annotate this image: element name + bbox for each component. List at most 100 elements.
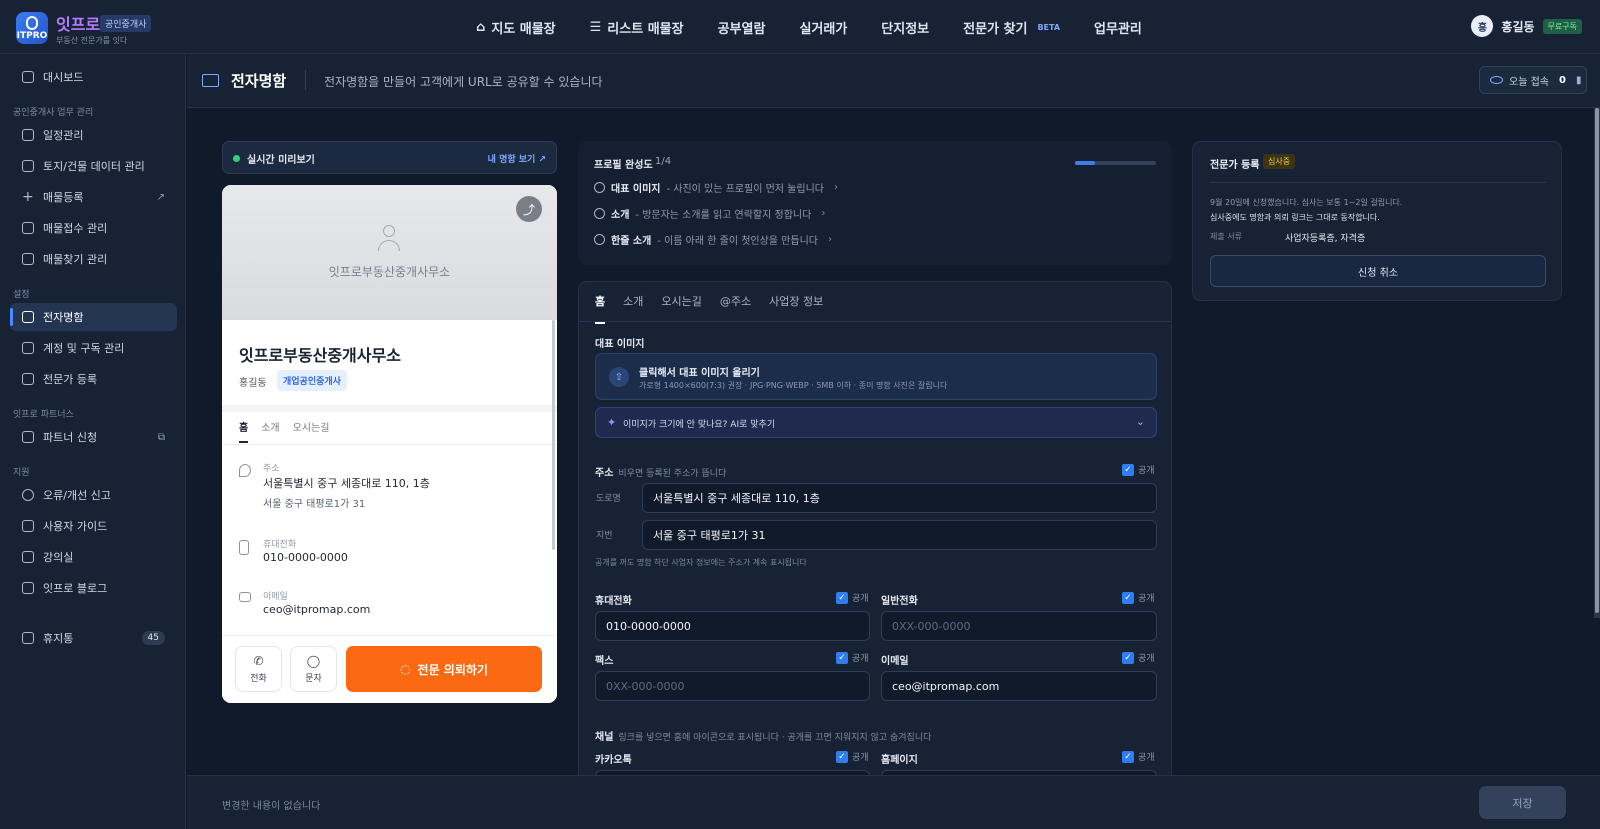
view-my-card-link[interactable]: 내 명함 보기 ↗ bbox=[488, 152, 546, 165]
cancel-application-button[interactable]: 신청 취소 bbox=[1210, 255, 1546, 287]
tab-intro[interactable]: 소개 bbox=[623, 293, 643, 324]
sidebar-item-expert-registration[interactable]: 전문가 등록 bbox=[10, 365, 177, 393]
sidebar-item-user-guide[interactable]: 사용자 가이드 bbox=[10, 512, 177, 540]
today-visits[interactable]: 오늘 접속 0 ▮ bbox=[1479, 66, 1587, 94]
sidebar-item-ecard[interactable]: 전자명함 bbox=[10, 303, 177, 331]
book-icon bbox=[22, 520, 34, 532]
sidebar-item-land-building-data[interactable]: 토지/건물 데이터 관리 bbox=[10, 152, 177, 180]
card-tab-home[interactable]: 홈 bbox=[239, 419, 249, 443]
image-upload-dropzone[interactable]: ⇧ 클릭해서 대표 이미지 올리기 가로형 1400×600(7:3) 권장 ·… bbox=[595, 353, 1157, 400]
nav-public-records[interactable]: 공부열람 bbox=[718, 18, 766, 37]
logo[interactable]: ITPRO bbox=[16, 12, 48, 44]
task-title: 대표 이미지 bbox=[611, 184, 661, 195]
request-expert-button[interactable]: ◌ 전문 의뢰하기 bbox=[346, 646, 542, 692]
check-icon: ✓ bbox=[836, 651, 848, 664]
email-public-checkbox[interactable]: ✓ 공개 bbox=[1122, 651, 1155, 664]
chevron-down-icon: ⌄ bbox=[1135, 415, 1145, 428]
sidebar-item-classroom[interactable]: 강의실 bbox=[10, 543, 177, 571]
ai-resize-toggle[interactable]: ✦ 이미지가 크기에 안 맞나요? AI로 맞추기 ⌄ bbox=[595, 407, 1157, 438]
page-header: 전자명함 전자명함을 만들어 고객에게 URL로 공유할 수 있습니다 오늘 접… bbox=[187, 54, 1600, 108]
scrollbar-thumb[interactable] bbox=[1595, 108, 1599, 613]
divider bbox=[1210, 182, 1546, 183]
share-button[interactable]: ⤴ bbox=[516, 196, 542, 222]
sidebar-item-listing-search[interactable]: 매물찾기 관리 bbox=[10, 245, 177, 273]
live-preview-header: 실시간 미리보기 내 명함 보기 ↗ bbox=[222, 141, 557, 174]
expert-registration-panel: 전문가 등록 심사중 9월 20일에 신청했습니다. 심사는 보통 1~2일 걸… bbox=[1192, 141, 1562, 301]
address-public-checkbox[interactable]: ✓ 공개 bbox=[1122, 463, 1155, 476]
nav-label: 업무관리 bbox=[1094, 22, 1142, 37]
address-note: 공개를 꺼도 명함 하단 사업자 정보에는 주소가 계속 표시됩니다 bbox=[595, 558, 807, 567]
circle-icon bbox=[594, 182, 605, 193]
email-input[interactable]: ceo@itpromap.com bbox=[881, 671, 1157, 701]
scrollbar[interactable] bbox=[552, 320, 555, 550]
sidebar-item-label: 토지/건물 데이터 관리 bbox=[43, 160, 145, 173]
trash-icon bbox=[22, 632, 34, 644]
phone-public-checkbox[interactable]: ✓ 공개 bbox=[1122, 591, 1155, 604]
sidebar-item-label: 매물찾기 관리 bbox=[43, 253, 108, 266]
sidebar-item-schedule[interactable]: 일정관리 bbox=[10, 121, 177, 149]
profile-task-oneline[interactable]: 한줄 소개 - 이름 아래 한 줄이 첫인상을 만듭니다 › bbox=[594, 232, 832, 247]
beta-badge: BETA bbox=[1037, 23, 1061, 32]
sidebar-item-trash[interactable]: 휴지통 45 bbox=[10, 624, 177, 652]
nav-work-management[interactable]: 업무관리 bbox=[1094, 18, 1142, 37]
mobile-input[interactable]: 010-0000-0000 bbox=[595, 611, 870, 641]
trash-count-badge: 45 bbox=[141, 631, 165, 645]
tab-business-info[interactable]: 사업장 정보 bbox=[769, 293, 823, 324]
card-tab-directions[interactable]: 오시는길 bbox=[293, 419, 330, 443]
nav-real-price[interactable]: 실거래가 bbox=[799, 18, 847, 37]
fax-public-checkbox[interactable]: ✓ 공개 bbox=[836, 651, 869, 664]
change-status: 변경한 내용이 없습니다 bbox=[222, 801, 321, 812]
tab-handle[interactable]: @주소 bbox=[720, 293, 751, 324]
public-label: 공개 bbox=[852, 594, 869, 604]
sidebar-item-partner-apply[interactable]: 파트너 신청 ⧉ bbox=[10, 423, 177, 451]
phone-input[interactable]: 0XX-000-0000 bbox=[881, 611, 1157, 641]
mobile-public-checkbox[interactable]: ✓ 공개 bbox=[836, 591, 869, 604]
sidebar-item-dashboard[interactable]: 대시보드 bbox=[10, 63, 177, 91]
road-address-input[interactable]: 서울특별시 중구 세종대로 110, 1층 bbox=[642, 483, 1157, 513]
nav-map-listings[interactable]: ⌂ 지도 매물장 bbox=[476, 18, 556, 37]
fax-input[interactable]: 0XX-000-0000 bbox=[595, 671, 870, 701]
id-card-icon bbox=[202, 74, 219, 87]
sidebar-item-label: 일정관리 bbox=[43, 129, 84, 142]
sidebar-item-bug-report[interactable]: 오류/개선 신고 bbox=[10, 481, 177, 509]
eye-icon bbox=[1490, 76, 1503, 84]
sidebar-item-label: 잇프로 블로그 bbox=[43, 582, 108, 595]
profile-task-image[interactable]: 대표 이미지 - 사진이 있는 프로필이 먼저 눌립니다 › bbox=[594, 180, 838, 195]
nav-find-expert[interactable]: 전문가 찾기 BETA bbox=[963, 18, 1060, 37]
list-icon: ☰ bbox=[589, 20, 602, 35]
page-description: 전자명함을 만들어 고객에게 URL로 공유할 수 있습니다 bbox=[324, 75, 603, 89]
tab-directions[interactable]: 오시는길 bbox=[661, 293, 701, 324]
kakao-public-checkbox[interactable]: ✓ 공개 bbox=[836, 750, 869, 763]
chat-icon: ◌ bbox=[400, 662, 411, 676]
tab-home[interactable]: 홈 bbox=[595, 293, 606, 324]
channel-label: 채널 bbox=[595, 732, 614, 743]
building-icon bbox=[22, 373, 34, 385]
lot-address-input[interactable]: 서울 중구 태평로1가 31 bbox=[642, 520, 1157, 550]
lot-address-label: 지번 bbox=[596, 531, 613, 541]
save-button[interactable]: 저장 bbox=[1479, 786, 1566, 819]
mobile-label: 휴대전화 bbox=[263, 540, 297, 550]
sidebar-item-register-listing[interactable]: + 매물등록 ↗ bbox=[10, 183, 177, 211]
nav-label: 실거래가 bbox=[799, 22, 848, 37]
page-scrollbar[interactable] bbox=[1594, 108, 1600, 618]
nav-complex-info[interactable]: 단지정보 bbox=[881, 18, 929, 37]
person-icon bbox=[377, 225, 401, 255]
sidebar-item-blog[interactable]: 잇프로 블로그 bbox=[10, 574, 177, 602]
form-tabs: 홈 소개 오시는길 @주소 사업장 정보 bbox=[595, 293, 823, 324]
chevron-right-icon: › bbox=[827, 234, 832, 245]
sidebar-item-listing-intake[interactable]: 매물접수 관리 bbox=[10, 214, 177, 242]
brand-name[interactable]: 잇프로 bbox=[56, 11, 100, 35]
profile-task-intro[interactable]: 소개 - 방문자는 소개를 읽고 연락할지 정합니다 › bbox=[594, 206, 825, 221]
sms-button[interactable]: ◯ 문자 bbox=[290, 646, 337, 692]
user-menu[interactable]: 홍 홍길동 무료구독 bbox=[1471, 15, 1582, 37]
sidebar-item-account-subscription[interactable]: 계정 및 구독 관리 bbox=[10, 334, 177, 362]
call-button[interactable]: ✆ 전화 bbox=[235, 646, 282, 692]
card-tab-intro[interactable]: 소개 bbox=[261, 419, 279, 443]
logo-text: ITPRO bbox=[16, 30, 48, 41]
chevron-right-icon: › bbox=[821, 208, 826, 219]
business-card-preview: 잇프로부동산중개사무소 ⤴ 잇프로부동산중개사무소 홍길동 개업공인중개사 홈 … bbox=[222, 185, 557, 703]
nav-list-listings[interactable]: ☰ 리스트 매물장 bbox=[590, 18, 684, 37]
user-name: 홍길동 bbox=[1501, 19, 1535, 34]
divider bbox=[222, 405, 557, 412]
homepage-public-checkbox[interactable]: ✓ 공개 bbox=[1122, 750, 1155, 763]
